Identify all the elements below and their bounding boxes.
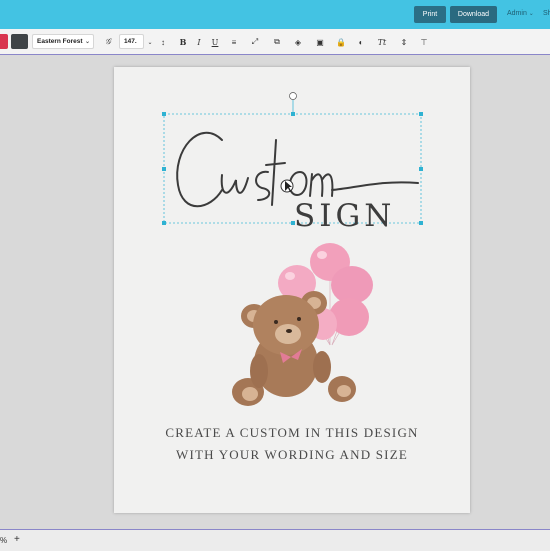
zoom-level[interactable]: % — [0, 536, 7, 545]
body-text-line-1[interactable]: CREATE A CUSTOM IN THIS DESIGN — [114, 425, 470, 441]
resize-handle[interactable] — [419, 112, 423, 116]
canvas-artwork — [162, 92, 423, 406]
move-cursor-icon — [280, 179, 294, 193]
bottom-bar: % + — [0, 529, 550, 551]
resize-handle[interactable] — [162, 221, 166, 225]
sign-text[interactable]: SIGN — [294, 198, 395, 234]
resize-handle[interactable] — [419, 167, 423, 171]
resize-handle[interactable] — [162, 112, 166, 116]
custom-script-artwork[interactable] — [176, 132, 419, 208]
resize-handle[interactable] — [419, 221, 423, 225]
body-text-line-2[interactable]: WITH YOUR WORDING AND SIZE — [114, 447, 470, 463]
resize-handle[interactable] — [291, 112, 295, 116]
resize-handle[interactable] — [162, 167, 166, 171]
add-page-button[interactable]: + — [14, 534, 20, 545]
rotate-handle[interactable] — [289, 92, 297, 100]
